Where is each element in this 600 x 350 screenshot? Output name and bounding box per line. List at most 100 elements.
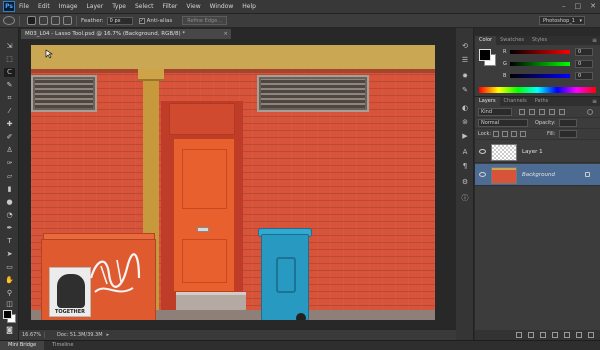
link-layers-icon[interactable] — [516, 332, 522, 338]
adjustment-filter-icon[interactable] — [529, 109, 535, 115]
menu-window[interactable]: Window — [210, 3, 234, 10]
properties-panel-icon[interactable]: ☰ — [460, 56, 470, 65]
zoom-level[interactable]: 16.67% — [19, 332, 45, 338]
filter-toggle-icon[interactable] — [587, 109, 593, 115]
menu-help[interactable]: Help — [242, 3, 256, 10]
layer-row-layer-1[interactable]: Layer 1 — [475, 141, 600, 163]
lock-all-icon[interactable] — [520, 131, 526, 137]
red-value[interactable]: 0 — [575, 48, 593, 56]
quick-selection-tool-icon[interactable]: ✎ — [4, 81, 15, 90]
add-to-selection-icon[interactable] — [39, 16, 48, 25]
type-tool-icon[interactable]: T — [4, 237, 15, 246]
quick-mask-icon[interactable]: ◙ — [4, 326, 15, 335]
visibility-eye-icon[interactable] — [479, 149, 486, 154]
brush-presets-icon[interactable]: ✎ — [460, 86, 470, 95]
healing-brush-tool-icon[interactable]: ✚ — [4, 120, 15, 129]
green-slider[interactable] — [510, 62, 570, 66]
intersect-selection-icon[interactable] — [63, 16, 72, 25]
tab-mini-bridge[interactable]: Mini Bridge — [0, 341, 45, 350]
path-selection-tool-icon[interactable]: ➤ — [4, 250, 15, 259]
panel-menu-icon[interactable]: ≡ — [592, 97, 597, 106]
lock-image-icon[interactable] — [502, 131, 508, 137]
pixel-filter-icon[interactable] — [519, 109, 525, 115]
menu-filter[interactable]: Filter — [163, 3, 178, 10]
hand-tool-icon[interactable]: ✋ — [4, 276, 15, 285]
tab-paths[interactable]: Paths — [531, 97, 553, 106]
opacity-input[interactable] — [559, 119, 577, 127]
feather-input[interactable]: 0 px — [106, 16, 133, 25]
menu-edit[interactable]: Edit — [38, 3, 50, 10]
paragraph-panel-icon[interactable]: ¶ — [460, 162, 470, 171]
smart-object-filter-icon[interactable] — [559, 109, 565, 115]
tab-styles[interactable]: Styles — [528, 36, 551, 45]
pen-tool-icon[interactable]: ✒ — [4, 224, 15, 233]
fx-icon[interactable] — [528, 332, 534, 338]
subtract-from-selection-icon[interactable] — [51, 16, 60, 25]
tool-presets-icon[interactable]: ⚙ — [460, 178, 470, 187]
add-mask-icon[interactable] — [540, 332, 546, 338]
menu-layer[interactable]: Layer — [86, 3, 103, 10]
gradient-tool-icon[interactable]: ▮ — [4, 185, 15, 194]
new-layer-icon[interactable] — [576, 332, 582, 338]
fill-input[interactable] — [559, 130, 577, 138]
refine-edge-button[interactable]: Refine Edge... — [182, 16, 227, 25]
close-icon[interactable]: ✕ — [590, 2, 596, 10]
tab-channels[interactable]: Channels — [500, 97, 531, 106]
actions-panel-icon[interactable]: ▶ — [460, 132, 470, 141]
clone-source-icon[interactable]: ⊚ — [460, 118, 470, 127]
color-spectrum-bar[interactable] — [479, 87, 596, 93]
blue-value[interactable]: 0 — [575, 72, 593, 80]
adjustments-panel-icon[interactable]: ◐ — [460, 104, 470, 113]
document-image[interactable]: TOGETHER — [31, 45, 435, 320]
history-panel-icon[interactable]: ⟲ — [460, 42, 470, 51]
blend-mode-select[interactable]: Normal — [478, 119, 528, 127]
status-menu-icon[interactable]: ▸ — [107, 332, 110, 338]
type-filter-icon[interactable] — [539, 109, 545, 115]
eyedropper-tool-icon[interactable]: ⁄ — [4, 107, 15, 116]
tab-layers[interactable]: Layers — [475, 97, 500, 106]
color-panel-foreground-swatch[interactable] — [479, 49, 491, 61]
blur-tool-icon[interactable]: ● — [4, 198, 15, 207]
visibility-eye-icon[interactable] — [479, 172, 486, 177]
move-tool-icon[interactable]: ⇲ — [4, 42, 15, 51]
crop-tool-icon[interactable]: ⌗ — [4, 94, 15, 103]
info-panel-icon[interactable]: ⓘ — [460, 194, 470, 203]
brush-tool-icon[interactable]: ✐ — [4, 133, 15, 142]
default-colors-icon[interactable]: ◫ — [4, 300, 15, 309]
tab-color[interactable]: Color — [475, 36, 497, 45]
eraser-tool-icon[interactable]: ▱ — [4, 172, 15, 181]
foreground-color-swatch[interactable] — [3, 310, 12, 319]
tab-timeline[interactable]: Timeline — [44, 341, 81, 350]
canvas-area[interactable]: TOGETHER — [19, 39, 456, 328]
layer-filter-select[interactable]: Kind — [478, 108, 512, 116]
zoom-tool-icon[interactable]: ⚲ — [4, 289, 15, 298]
maximize-icon[interactable]: □ — [575, 2, 582, 10]
red-slider[interactable] — [510, 50, 570, 54]
brush-panel-icon[interactable]: ✸ — [460, 72, 470, 81]
lock-transparent-icon[interactable] — [493, 131, 499, 137]
marquee-tool-icon[interactable]: ⬚ — [4, 55, 15, 64]
panel-menu-icon[interactable]: ≡ — [592, 36, 597, 45]
history-brush-tool-icon[interactable]: ✑ — [4, 159, 15, 168]
trash-icon[interactable] — [588, 332, 594, 338]
adjustment-layer-icon[interactable] — [552, 332, 558, 338]
minimize-icon[interactable]: – — [562, 2, 566, 10]
lasso-tool-preset-icon[interactable] — [3, 16, 15, 25]
menu-file[interactable]: File — [19, 3, 29, 10]
layer-row-background[interactable]: Background — [475, 164, 600, 186]
lasso-tool-icon[interactable]: ᑕ — [4, 68, 15, 77]
new-selection-icon[interactable] — [27, 16, 36, 25]
clone-stamp-tool-icon[interactable]: ♙ — [4, 146, 15, 155]
tab-swatches[interactable]: Swatches — [496, 36, 528, 45]
menu-image[interactable]: Image — [59, 3, 78, 10]
shape-filter-icon[interactable] — [549, 109, 555, 115]
rectangle-tool-icon[interactable]: ▭ — [4, 263, 15, 272]
dodge-tool-icon[interactable]: ◔ — [4, 211, 15, 220]
menu-view[interactable]: View — [186, 3, 200, 10]
character-panel-icon[interactable]: A — [460, 148, 470, 157]
document-tab[interactable]: M03_L04 - Lasso Tool.psd @ 16.7% (Backgr… — [21, 29, 231, 39]
close-document-icon[interactable]: × — [223, 29, 228, 39]
green-value[interactable]: 0 — [575, 60, 593, 68]
lock-position-icon[interactable] — [511, 131, 517, 137]
menu-select[interactable]: Select — [135, 3, 154, 10]
